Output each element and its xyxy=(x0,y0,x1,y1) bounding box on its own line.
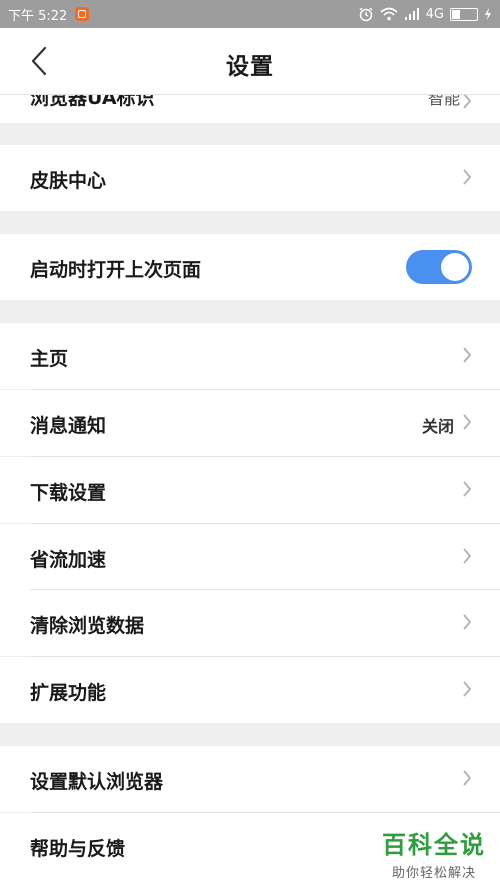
chevron-right-icon xyxy=(463,614,472,630)
chevron-right-icon xyxy=(463,548,472,564)
watermark-logo: 百科全说 助你轻松解决 xyxy=(382,825,486,881)
settings-item-label: 消息通知 xyxy=(30,415,107,437)
page-title: 设置 xyxy=(226,54,274,80)
settings-item-skin[interactable]: 皮肤中心 xyxy=(0,145,500,211)
status-left: 下午 5:22 xyxy=(8,5,90,24)
status-right: 4G xyxy=(358,6,492,22)
settings-item-label: 帮助与反馈 xyxy=(30,838,126,860)
watermark-title: 百科全说 xyxy=(382,831,486,859)
charging-icon xyxy=(485,8,491,20)
settings-item-notification[interactable]: 消息通知 关闭 xyxy=(0,390,500,456)
settings-item-traffic[interactable]: 省流加速 xyxy=(0,524,500,590)
settings-item-value: 智能 xyxy=(427,95,460,108)
settings-item-label: 浏览器UA标识 xyxy=(30,95,155,109)
settings-item-ua[interactable]: 浏览器UA标识 智能 xyxy=(0,95,500,123)
chevron-right-icon xyxy=(463,770,472,786)
app-notification-icon xyxy=(75,7,90,21)
chevron-right-icon xyxy=(463,414,472,430)
chevron-right-icon xyxy=(463,347,472,363)
settings-item-homepage[interactable]: 主页 xyxy=(0,323,500,389)
settings-item-label: 启动时打开上次页面 xyxy=(30,259,202,281)
toggle-knob xyxy=(441,253,469,281)
settings-item-clear-data[interactable]: 清除浏览数据 xyxy=(0,590,500,656)
alarm-icon xyxy=(359,7,373,22)
settings-item-label: 设置默认浏览器 xyxy=(30,771,164,793)
app-header: 设置 xyxy=(0,28,500,95)
chevron-right-icon xyxy=(463,169,472,185)
chevron-right-icon xyxy=(463,95,472,109)
network-type: 4G xyxy=(425,6,444,22)
settings-item-label: 扩展功能 xyxy=(30,682,107,704)
settings-item-label: 下载设置 xyxy=(30,482,107,504)
settings-item-label: 主页 xyxy=(30,348,69,370)
settings-item-extensions[interactable]: 扩展功能 xyxy=(0,657,500,723)
status-bar: 下午 5:22 4G xyxy=(0,0,500,28)
chevron-right-icon xyxy=(463,481,472,497)
status-time: 下午 5:22 xyxy=(8,8,68,24)
settings-item-label: 省流加速 xyxy=(30,549,107,571)
settings-item-startup: 启动时打开上次页面 xyxy=(0,234,500,300)
watermark-subtitle: 助你轻松解决 xyxy=(391,866,476,881)
settings-item-default-browser[interactable]: 设置默认浏览器 xyxy=(0,746,500,812)
startup-toggle-switch[interactable] xyxy=(406,250,472,284)
settings-item-label: 清除浏览数据 xyxy=(30,615,145,637)
settings-item-label: 皮肤中心 xyxy=(30,170,107,192)
battery-level xyxy=(452,9,460,19)
settings-item-download[interactable]: 下载设置 xyxy=(0,457,500,523)
settings-item-value: 关闭 xyxy=(421,417,454,436)
wifi-icon xyxy=(380,7,398,21)
signal-icon xyxy=(404,8,419,20)
chevron-right-icon xyxy=(463,681,472,697)
battery-icon xyxy=(450,7,478,21)
